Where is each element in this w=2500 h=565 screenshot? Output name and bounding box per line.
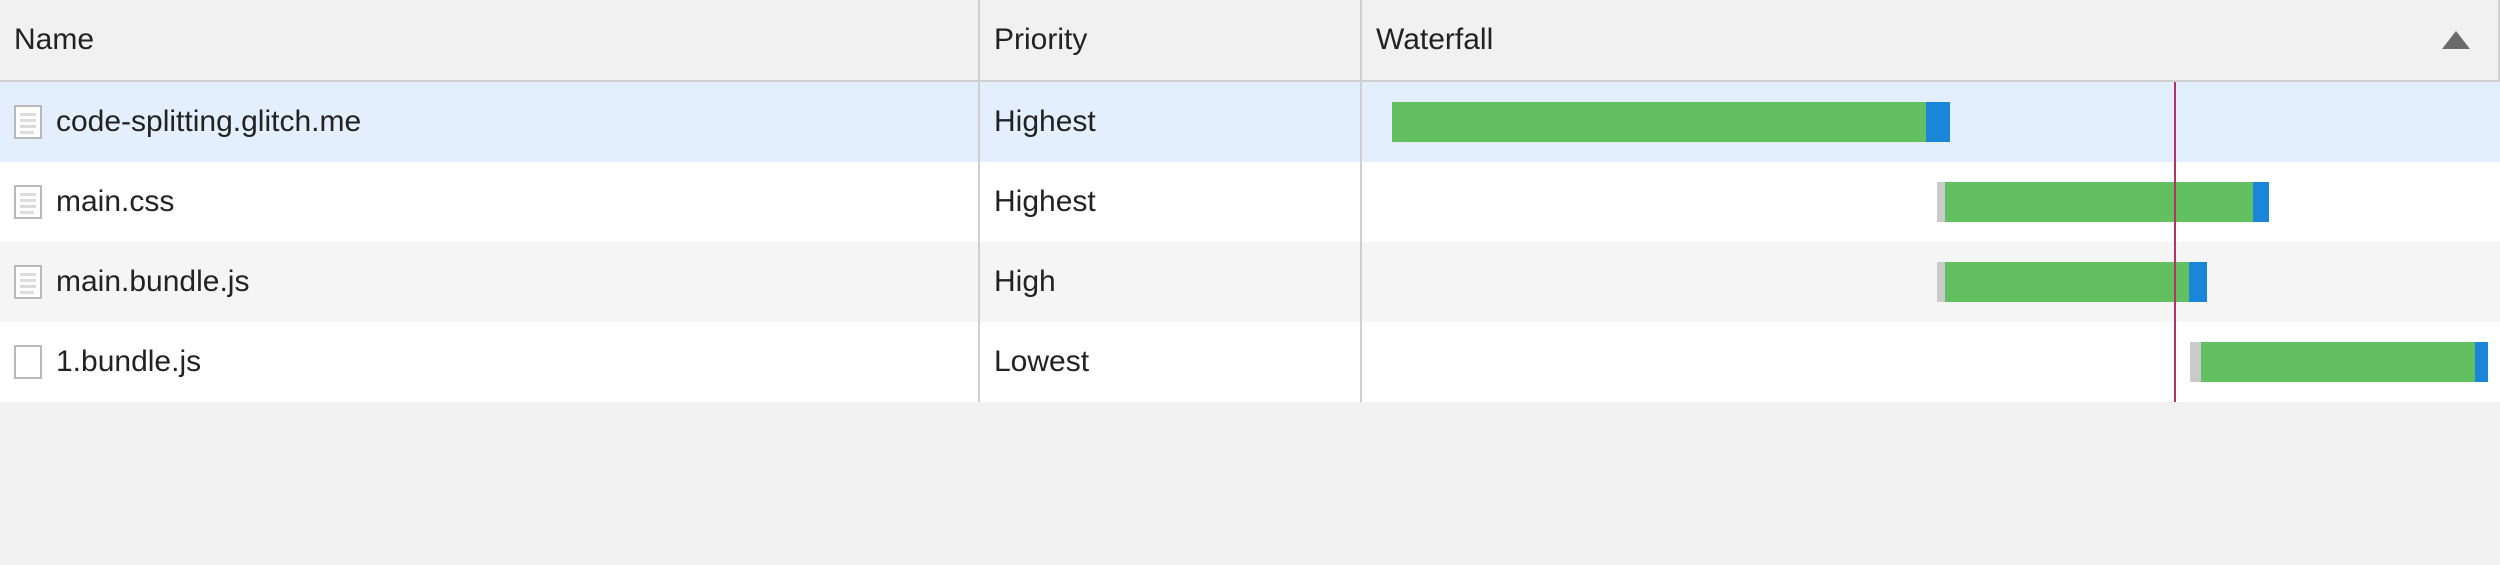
column-header-priority-label: Priority (994, 23, 1087, 57)
waterfall-bar (1392, 102, 1951, 142)
waterfall-bar (1937, 262, 2207, 302)
priority-cell[interactable]: High (980, 242, 1362, 322)
resource-name: 1.bundle.js (56, 345, 201, 379)
waterfall-wait-segment (2190, 342, 2201, 382)
priority-value: Highest (994, 185, 1096, 219)
document-icon (14, 265, 42, 299)
waterfall-track (1386, 82, 2488, 162)
waterfall-wait-segment (1937, 262, 1945, 302)
waterfall-download-segment (2201, 342, 2474, 382)
waterfall-track (1386, 162, 2488, 242)
waterfall-tail-segment (2475, 342, 2488, 382)
waterfall-bar (2190, 342, 2488, 382)
waterfall-cell[interactable] (1362, 242, 2500, 322)
priority-cell[interactable]: Highest (980, 82, 1362, 162)
name-cell[interactable]: main.bundle.js (0, 242, 980, 322)
waterfall-download-segment (1945, 262, 2190, 302)
resource-name: main.css (56, 185, 174, 219)
column-header-name-label: Name (14, 23, 94, 57)
waterfall-download-segment (1945, 182, 2254, 222)
resource-name: main.bundle.js (56, 265, 249, 299)
waterfall-track (1386, 242, 2488, 322)
column-header-waterfall[interactable]: Waterfall (1362, 0, 2500, 82)
priority-value: Highest (994, 105, 1096, 139)
load-event-marker (2174, 162, 2176, 242)
waterfall-cell[interactable] (1362, 322, 2500, 402)
load-event-marker (2174, 322, 2176, 402)
waterfall-track (1386, 322, 2488, 402)
priority-value: High (994, 265, 1056, 299)
document-icon (14, 185, 42, 219)
network-table: Name Priority Waterfall code-splitting.g… (0, 0, 2500, 402)
priority-cell[interactable]: Lowest (980, 322, 1362, 402)
resource-name: code-splitting.glitch.me (56, 105, 361, 139)
priority-cell[interactable]: Highest (980, 162, 1362, 242)
name-cell[interactable]: code-splitting.glitch.me (0, 82, 980, 162)
document-icon (14, 105, 42, 139)
column-header-waterfall-label: Waterfall (1376, 23, 1493, 57)
waterfall-tail-segment (2189, 262, 2207, 302)
load-event-marker (2174, 242, 2176, 322)
load-event-marker (2174, 82, 2176, 162)
column-header-priority[interactable]: Priority (980, 0, 1362, 82)
sort-ascending-icon (2442, 31, 2470, 49)
waterfall-tail-segment (2253, 182, 2268, 222)
waterfall-download-segment (1392, 102, 1926, 142)
name-cell[interactable]: 1.bundle.js (0, 322, 980, 402)
waterfall-bar (1937, 182, 2269, 222)
file-icon (14, 345, 42, 379)
waterfall-tail-segment (1926, 102, 1950, 142)
waterfall-wait-segment (1937, 182, 1945, 222)
waterfall-cell[interactable] (1362, 82, 2500, 162)
priority-value: Lowest (994, 345, 1089, 379)
waterfall-cell[interactable] (1362, 162, 2500, 242)
column-header-name[interactable]: Name (0, 0, 980, 82)
name-cell[interactable]: main.css (0, 162, 980, 242)
